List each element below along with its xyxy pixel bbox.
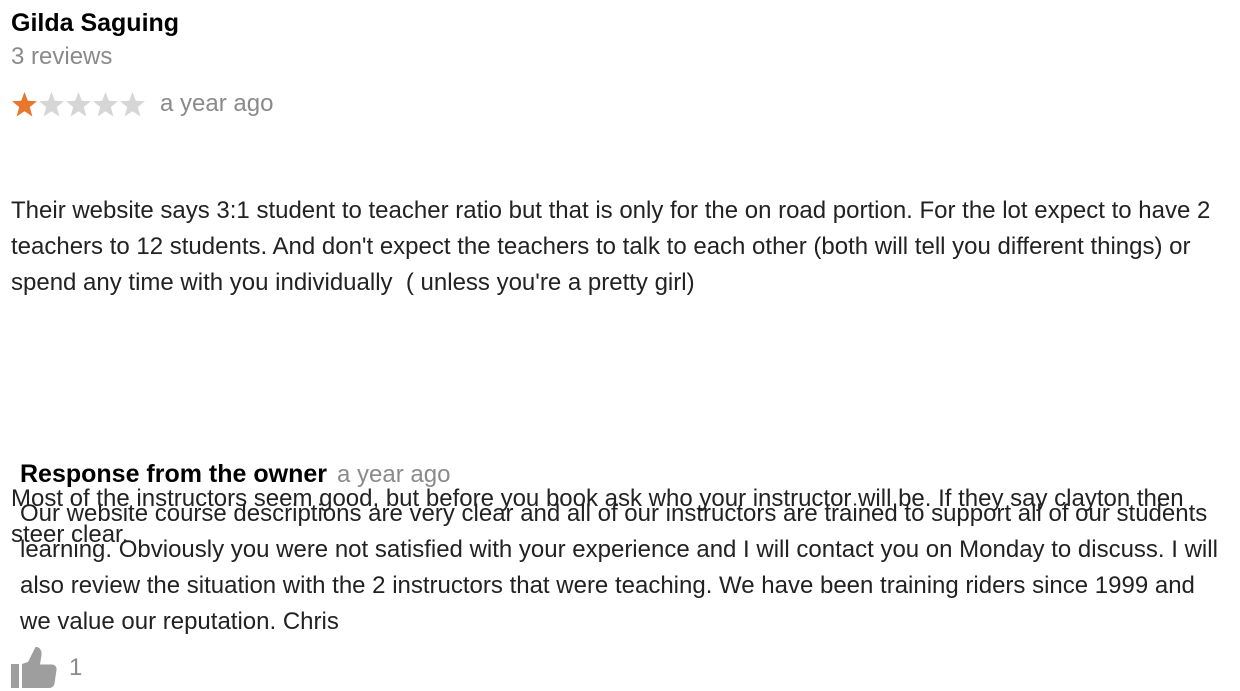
star-empty-icon [39, 91, 64, 116]
owner-response-body: Our website course descriptions are very… [20, 500, 1218, 635]
star-empty-icon [120, 91, 145, 116]
review-paragraph: Their website says 3:1 student to teache… [11, 197, 1218, 296]
review-timestamp: a year ago [160, 90, 274, 117]
reviewer-review-count[interactable]: 3 reviews [11, 42, 1226, 72]
owner-response-header: Response from the owner a year ago [20, 460, 1220, 494]
star-filled-icon [12, 91, 37, 116]
star-empty-icon [66, 91, 91, 116]
reviewer-name[interactable]: Gilda Saguing [11, 8, 1226, 38]
like-row: 1 [11, 645, 1226, 691]
rating-row: a year ago [11, 89, 1226, 119]
owner-response-title: Response from the owner [20, 460, 327, 488]
owner-response: Response from the owner a year ago Our w… [20, 460, 1220, 640]
star-rating [11, 91, 146, 118]
thumbs-up-icon[interactable] [11, 646, 57, 690]
star-empty-icon [93, 91, 118, 116]
like-count: 1 [69, 654, 83, 681]
owner-response-timestamp: a year ago [337, 461, 451, 488]
